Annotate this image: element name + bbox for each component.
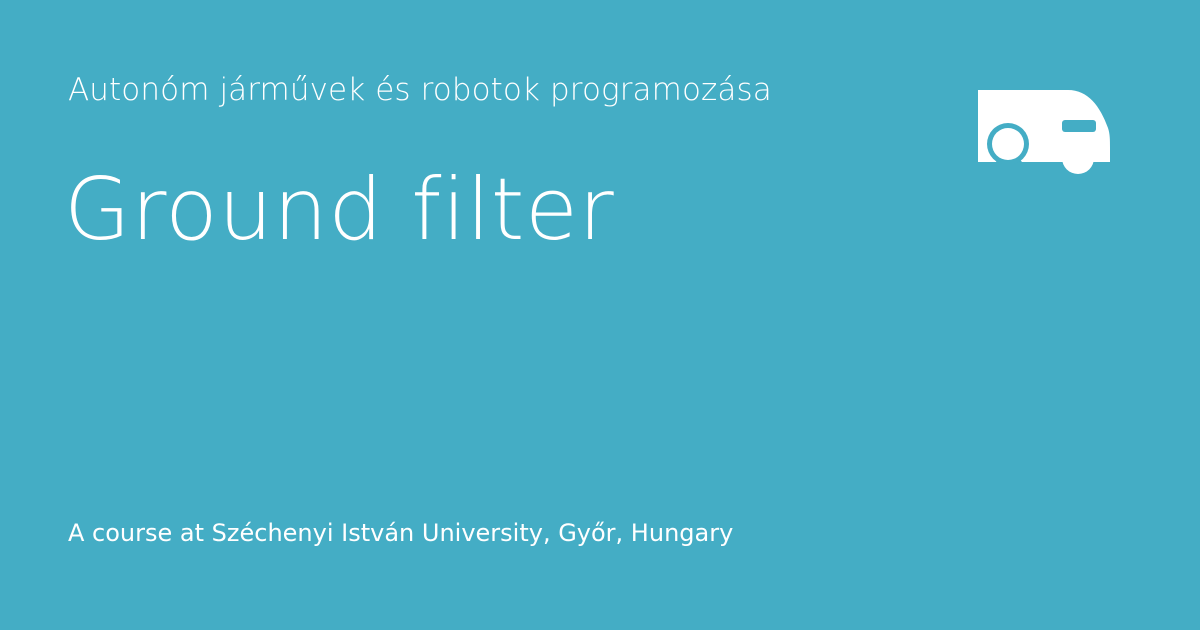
vehicle-rear-wheel [1062, 142, 1094, 174]
vehicle-front-wheel [992, 128, 1024, 160]
page-title: Ground filter [64, 160, 615, 260]
vehicle-window [1062, 120, 1096, 132]
vehicle-icon [978, 90, 1110, 174]
course-title: Autonóm járművek és robotok programozása [68, 72, 772, 108]
footer-text: A course at Széchenyi István University,… [68, 519, 734, 547]
